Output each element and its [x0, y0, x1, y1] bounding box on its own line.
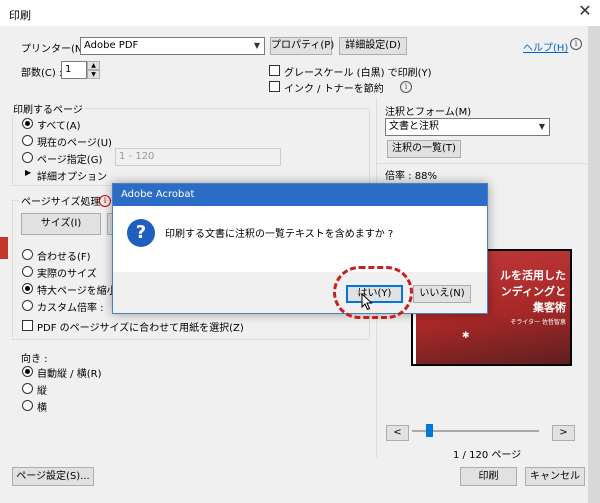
section-divider: [377, 163, 587, 164]
pages-range-input[interactable]: 1 - 120: [115, 148, 281, 166]
comments-summary-button[interactable]: 注釈の一覧(T): [387, 140, 461, 158]
fit-radio[interactable]: [22, 249, 33, 260]
no-button[interactable]: いいえ(N): [413, 285, 471, 303]
advanced-button[interactable]: 詳細設定(D): [339, 37, 407, 55]
comments-header: 注釈とフォーム(M): [385, 107, 472, 118]
save-ink-label: インク / トナーを節約: [284, 84, 384, 95]
next-page-button[interactable]: >: [552, 425, 575, 441]
cancel-button[interactable]: キャンセル: [525, 467, 585, 486]
preview-line-1: ルを活用した: [500, 269, 566, 282]
orientation-portrait-radio[interactable]: [22, 383, 33, 394]
mouse-cursor-icon: [361, 293, 373, 311]
comments-value: 文書と注釈: [389, 121, 439, 132]
choose-paper-checkbox[interactable]: [22, 320, 33, 331]
pages-header: 印刷するページ: [11, 101, 85, 116]
shrink-radio[interactable]: [22, 283, 33, 294]
orientation-portrait-label: 縦: [37, 386, 47, 397]
shrink-label: 特大ページを縮小: [37, 286, 117, 297]
title-bar: [0, 0, 600, 26]
background-document-strip: [588, 26, 600, 503]
dialog-title: Adobe Acrobat: [113, 184, 487, 206]
choose-paper-label: PDF のページサイズに合わせて用紙を選択(Z): [37, 323, 244, 334]
grayscale-checkbox[interactable]: [269, 65, 280, 76]
scale-text: 倍率 : 88%: [385, 171, 437, 182]
info-icon[interactable]: i: [99, 195, 111, 207]
custom-scale-label: カスタム倍率 :: [37, 303, 104, 314]
pages-all-radio[interactable]: [22, 118, 33, 129]
pages-all-label: すべて(A): [37, 121, 81, 132]
copies-input[interactable]: 1: [61, 61, 87, 79]
dialog-message: 印刷する文書に注釈の一覧テキストを含めますか ?: [165, 229, 394, 240]
pages-current-label: 現在のページ(U): [37, 138, 112, 149]
copies-down-icon[interactable]: ▼: [87, 70, 100, 79]
preview-line-2: ンディングと: [500, 285, 566, 298]
page-slider-thumb[interactable]: [426, 424, 433, 437]
pages-current-radio[interactable]: [22, 135, 33, 146]
copies-label: 部数(C) :: [21, 68, 63, 79]
expand-triangle-icon[interactable]: ▶: [25, 168, 31, 177]
page-setup-button[interactable]: ページ設定(S)...: [12, 467, 94, 486]
highlight-ring: [333, 266, 413, 319]
pages-range-radio[interactable]: [22, 152, 33, 163]
custom-scale-radio[interactable]: [22, 300, 33, 311]
window-title: 印刷: [9, 9, 31, 22]
page-indicator: 1 / 120 ページ: [453, 450, 522, 461]
info-icon[interactable]: i: [400, 81, 412, 93]
actual-size-radio[interactable]: [22, 266, 33, 277]
copies-up-icon[interactable]: ▲: [87, 61, 100, 70]
orientation-landscape-label: 横: [37, 403, 47, 414]
more-options-label[interactable]: 詳細オプション: [37, 168, 107, 183]
print-button[interactable]: 印刷: [460, 467, 517, 486]
chevron-down-icon: ▼: [538, 122, 546, 131]
fit-label: 合わせる(F): [37, 252, 91, 263]
printer-select[interactable]: Adobe PDF ▼: [80, 37, 265, 55]
orientation-auto-label: 自動縦 / 横(R): [37, 369, 102, 380]
orientation-landscape-radio[interactable]: [22, 400, 33, 411]
question-icon: ?: [127, 219, 155, 247]
orientation-auto-radio[interactable]: [22, 366, 33, 377]
info-icon[interactable]: i: [570, 38, 582, 50]
printer-value: Adobe PDF: [84, 40, 139, 51]
properties-button[interactable]: プロパティ(P): [270, 37, 334, 55]
actual-size-label: 実際のサイズ: [37, 269, 97, 280]
preview-authors: ぞライター 佐哲智恵: [510, 319, 566, 326]
orientation-header: 向き :: [21, 354, 48, 365]
pages-range-label: ページ指定(G): [37, 155, 103, 166]
background-edge: [0, 237, 8, 259]
page-size-header: ページサイズ処理: [19, 193, 103, 208]
chevron-down-icon: ▼: [253, 41, 261, 50]
size-button[interactable]: サイズ(I): [21, 213, 101, 235]
grayscale-label: グレースケール (白黒) で印刷(Y): [284, 68, 432, 79]
preview-line-3: 集客術: [533, 301, 566, 314]
save-ink-checkbox[interactable]: [269, 81, 280, 92]
close-icon[interactable]: ✕: [576, 2, 594, 20]
confirm-dialog: Adobe Acrobat ? 印刷する文書に注釈の一覧テキストを含めますか ?…: [112, 183, 488, 314]
comments-select[interactable]: 文書と注釈 ▼: [385, 118, 550, 136]
prev-page-button[interactable]: <: [386, 425, 409, 441]
star-icon: ✱: [462, 331, 470, 341]
help-link[interactable]: ヘルプ(H): [523, 39, 568, 54]
